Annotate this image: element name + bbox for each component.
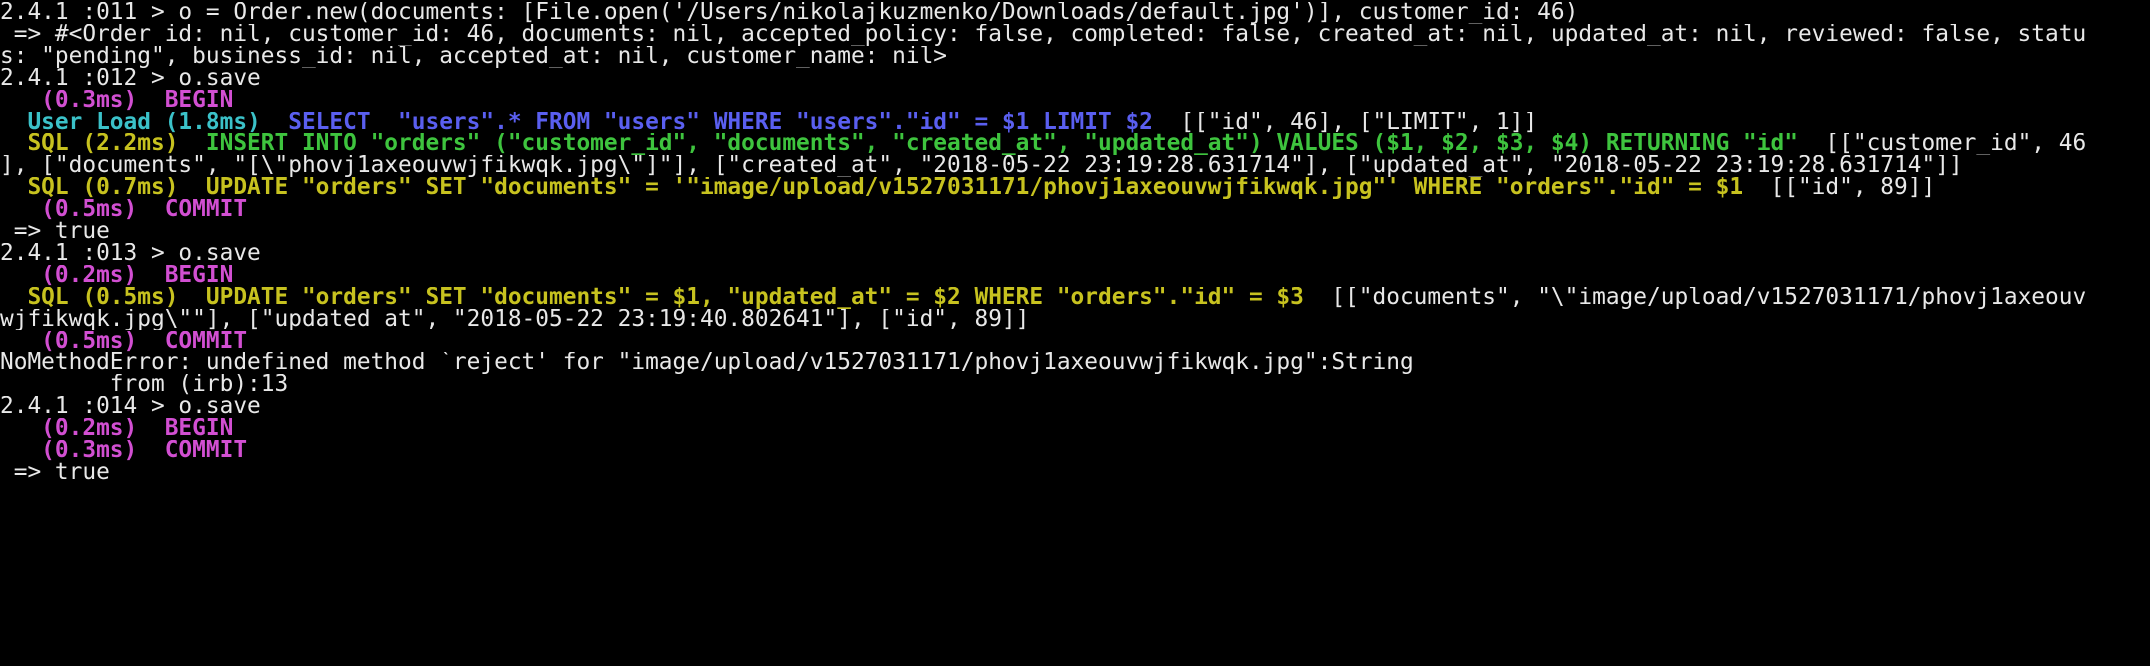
terminal-text: INSERT INTO "orders" ("customer_id", "do…	[205, 133, 1798, 156]
terminal-text: (0.3ms) BEGIN	[0, 89, 234, 112]
terminal-text: [["id", 46], ["LIMIT", 1]]	[1152, 111, 1538, 134]
terminal-text: User Load (1.8ms)	[0, 111, 289, 134]
terminal-text: => #<Order id: nil, customer_id: 46, doc…	[0, 23, 2087, 46]
terminal-text: SQL (2.2ms)	[0, 133, 206, 156]
terminal-line: User Load (1.8ms) SELECT "users".* FROM …	[0, 112, 1537, 134]
terminal-text: [["customer_id", 46	[1797, 133, 2087, 156]
terminal-text: (0.5ms) COMMIT	[0, 330, 248, 353]
terminal-text: [["documents", "\"image/upload/v15270311…	[1303, 286, 2087, 309]
terminal-line: SQL (2.2ms) INSERT INTO "orders" ("custo…	[0, 133, 2086, 155]
terminal-text: SQL (0.5ms)	[0, 286, 206, 309]
terminal-text: 2.4.1 :014 > o.save	[0, 396, 261, 419]
terminal-line: wjfikwqk.jpg\""], ["updated_at", "2018-0…	[0, 309, 1029, 331]
terminal-text: => true	[0, 221, 110, 243]
terminal-line: SQL (0.7ms) UPDATE "orders" SET "documen…	[0, 177, 1935, 199]
terminal-line: (0.2ms) BEGIN	[0, 418, 233, 440]
terminal-line: (0.2ms) BEGIN	[0, 265, 233, 287]
terminal-text: [["id", 89]]	[1743, 177, 1936, 200]
terminal-line: 2.4.1 :011 > o = Order.new(documents: [F…	[0, 2, 1578, 24]
terminal-line: 2.4.1 :013 > o.save	[0, 243, 261, 265]
terminal-output: 2.4.1 :011 > o = Order.new(documents: [F…	[0, 0, 2150, 666]
terminal-text: ], ["documents", "[\"phovj1axeouvwjfikwq…	[0, 155, 1963, 178]
terminal-text: from (irb):13	[0, 374, 289, 397]
terminal-text: SQL (0.7ms)	[0, 177, 206, 200]
terminal-line: (0.5ms) COMMIT	[0, 331, 247, 353]
terminal-text: UPDATE "orders" SET "documents" = '"imag…	[205, 177, 1744, 200]
terminal-line: s: "pending", business_id: nil, accepted…	[0, 46, 947, 68]
terminal-text: NoMethodError: undefined method `reject'…	[0, 352, 1414, 375]
terminal-text: (0.2ms) BEGIN	[0, 418, 234, 440]
terminal-line: (0.5ms) COMMIT	[0, 199, 247, 221]
terminal-line: (0.3ms) COMMIT	[0, 440, 247, 462]
terminal-line: 2.4.1 :012 > o.save	[0, 68, 261, 90]
terminal-line: ], ["documents", "[\"phovj1axeouvwjfikwq…	[0, 155, 1963, 177]
terminal-text: (0.2ms) BEGIN	[0, 264, 234, 287]
terminal-text: => true	[0, 461, 110, 484]
terminal-line: => true	[0, 221, 110, 243]
terminal-line: SQL (0.5ms) UPDATE "orders" SET "documen…	[0, 287, 2086, 309]
terminal-line: => true	[0, 462, 110, 484]
terminal-text: (0.3ms) COMMIT	[0, 440, 248, 462]
terminal-text: s: "pending", business_id: nil, accepted…	[0, 45, 948, 68]
terminal-text: 2.4.1 :011 > o = Order.new(documents: [F…	[0, 2, 1579, 24]
terminal-text: (0.5ms) COMMIT	[0, 199, 248, 221]
terminal-line: => #<Order id: nil, customer_id: 46, doc…	[0, 24, 2086, 46]
terminal-line: NoMethodError: undefined method `reject'…	[0, 352, 1414, 374]
terminal-text: SELECT "users".* FROM "users" WHERE "use…	[288, 111, 1153, 134]
terminal-line: from (irb):13	[0, 374, 288, 396]
terminal-line: (0.3ms) BEGIN	[0, 90, 233, 112]
terminal-text: 2.4.1 :012 > o.save	[0, 67, 261, 90]
terminal-text: 2.4.1 :013 > o.save	[0, 242, 261, 265]
terminal-text: wjfikwqk.jpg\""], ["updated_at", "2018-0…	[0, 308, 1030, 331]
terminal-line: 2.4.1 :014 > o.save	[0, 396, 261, 418]
terminal-text: UPDATE "orders" SET "documents" = $1, "u…	[205, 286, 1304, 309]
